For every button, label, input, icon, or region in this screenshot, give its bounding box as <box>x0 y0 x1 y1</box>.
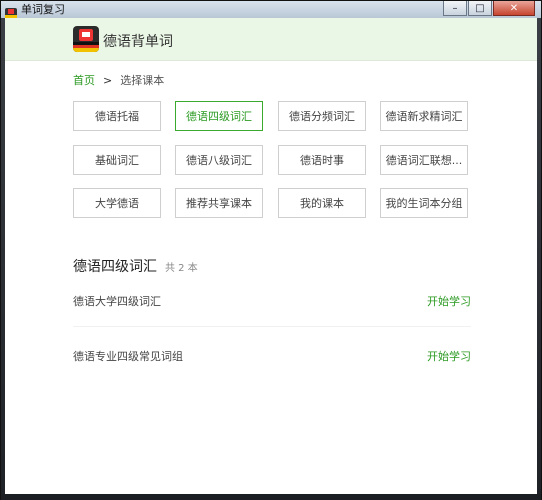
category-button[interactable]: 德语分频词汇 <box>278 101 366 131</box>
app-header: 德语背单词 <box>5 18 537 61</box>
book-count: 共 2 本 <box>165 263 198 274</box>
app-logo-icon <box>73 26 99 52</box>
section-title: 德语四级词汇 <box>73 259 157 275</box>
category-button[interactable]: 大学德语 <box>73 188 161 218</box>
category-button[interactable]: 基础词汇 <box>73 145 161 175</box>
maximize-icon[interactable]: □ <box>468 1 492 16</box>
window-title: 单词复习 <box>21 3 65 16</box>
app-window: 单词复习 – □ ✕ 德语背单词 首页 > 选择课本 德语托福 德语四级词汇 德语分… <box>0 0 542 500</box>
minimize-icon[interactable]: – <box>443 1 467 16</box>
category-button[interactable]: 德语词汇联想... <box>380 145 468 175</box>
category-button[interactable]: 推荐共享课本 <box>175 188 263 218</box>
breadcrumb-separator: > <box>103 74 113 87</box>
breadcrumb-home-link[interactable]: 首页 <box>73 74 95 87</box>
app-small-icon <box>5 4 17 19</box>
book-name: 德语大学四级词汇 <box>73 295 161 308</box>
list-item: 德语大学四级词汇 开始学习 <box>73 293 471 309</box>
category-button[interactable]: 我的生词本分组 <box>380 188 468 218</box>
category-button[interactable]: 德语新求精词汇 <box>380 101 468 131</box>
start-learning-button[interactable]: 开始学习 <box>427 348 471 364</box>
category-button[interactable]: 德语八级词汇 <box>175 145 263 175</box>
main-content: 德语背单词 首页 > 选择课本 德语托福 德语四级词汇 德语分频词汇 德语新求精词汇… <box>5 18 537 494</box>
category-button[interactable]: 德语托福 <box>73 101 161 131</box>
breadcrumb: 首页 > 选择课本 <box>73 72 164 88</box>
row-divider <box>73 326 471 327</box>
category-button[interactable]: 德语时事 <box>278 145 366 175</box>
window-controls: – □ ✕ <box>443 1 535 16</box>
window-bottom-border <box>1 494 541 500</box>
book-name: 德语专业四级常见词组 <box>73 350 183 363</box>
breadcrumb-current: 选择课本 <box>120 74 165 87</box>
title-bar[interactable]: 单词复习 – □ ✕ <box>1 1 541 19</box>
start-learning-button[interactable]: 开始学习 <box>427 293 471 309</box>
category-button[interactable]: 德语四级词汇 <box>175 101 263 131</box>
list-item: 德语专业四级常见词组 开始学习 <box>73 348 471 364</box>
close-icon[interactable]: ✕ <box>493 1 535 16</box>
category-button[interactable]: 我的课本 <box>278 188 366 218</box>
app-name: 德语背单词 <box>103 34 173 50</box>
